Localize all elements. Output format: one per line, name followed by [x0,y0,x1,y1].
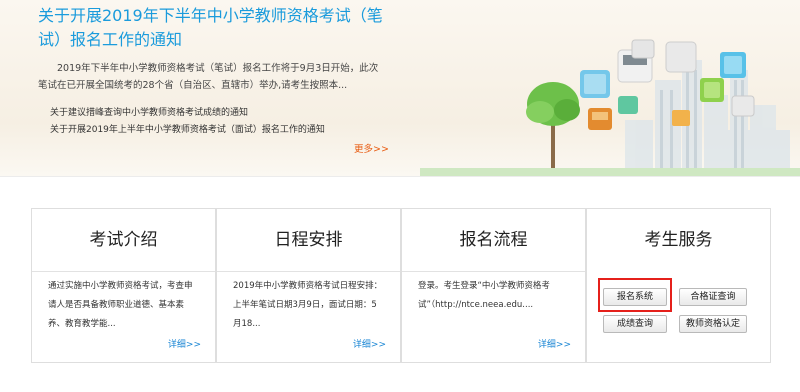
highlight-box [598,278,672,312]
detail-link[interactable]: 详细>> [538,337,571,350]
headline-link[interactable]: 关于开展2019年下半年中小学教师资格考试（笔试）报名工作的通知 [38,4,388,52]
news-link[interactable]: 关于开展2019年上半年中小学教师资格考试（面试）报名工作的通知 [50,122,325,139]
news-banner: 关于开展2019年下半年中小学教师资格考试（笔试）报名工作的通知 2019年下半… [0,0,800,176]
section-divider [0,176,800,177]
card-title: 考试介绍 [89,230,158,250]
card-registration-process: 报名流程 登录。考生登录“中小学教师资格考试”（http://ntce.neea… [401,208,586,363]
detail-link[interactable]: 详细>> [168,337,201,350]
card-description: 2019年中小学教师资格考试日程安排：上半年笔试日期3月9日，面试日期：5月18… [233,281,383,329]
city-illustration [420,39,800,176]
card-title: 报名流程 [459,230,528,250]
teacher-certification-button[interactable]: 教师资格认定 [679,315,747,333]
card-divider [32,271,215,272]
headline-summary: 2019年下半年中小学教师资格考试（笔试）报名工作将于9月3日开始，此次笔试在已… [38,63,379,91]
card-description: 登录。考生登录“中小学教师资格考试”（http://ntce.neea.edu.… [418,281,550,310]
card-divider [402,271,585,272]
card-exam-intro: 考试介绍 通过实施中小学教师资格考试，考查申请人是否具备教师职业道德、基本素养、… [31,208,216,363]
news-link[interactable]: 关于建议措峰查询中小学教师资格考试成绩的通知 [50,105,325,122]
detail-link[interactable]: 详细>> [353,337,386,350]
card-candidate-services: 考生服务 报名系统 合格证查询 成绩查询 教师资格认定 [586,208,771,363]
card-divider [217,271,400,272]
card-schedule: 日程安排 2019年中小学教师资格考试日程安排：上半年笔试日期3月9日，面试日期… [216,208,401,363]
card-description: 通过实施中小学教师资格考试，考查申请人是否具备教师职业道德、基本素养、教育教学能… [48,281,193,329]
card-title: 日程安排 [274,230,343,250]
news-list: 关于建议措峰查询中小学教师资格考试成绩的通知 关于开展2019年上半年中小学教师… [50,105,325,139]
card-title: 考生服务 [644,230,713,250]
score-query-button[interactable]: 成绩查询 [603,315,667,333]
certificate-query-button[interactable]: 合格证查询 [679,288,747,306]
more-news-link[interactable]: 更多>> [354,141,389,155]
